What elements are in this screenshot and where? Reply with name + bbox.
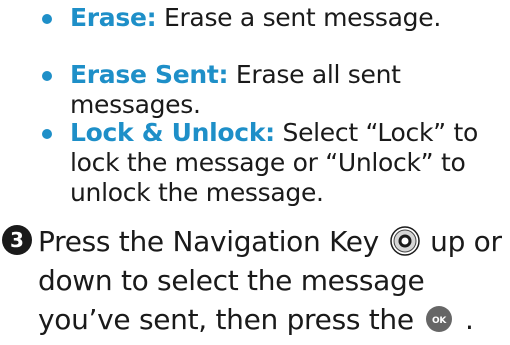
step-text-end: . <box>456 303 474 336</box>
option-term: Erase: <box>70 3 157 32</box>
option-description: Erase a sent message. <box>156 3 441 32</box>
bullet-icon <box>42 14 52 24</box>
step-text-part: Press the Navigation Key <box>38 225 388 258</box>
list-item-erase-sent: Erase Sent: Erase all sent messages. <box>40 60 500 120</box>
option-term: Erase Sent: <box>70 60 229 89</box>
navigation-key-icon <box>389 226 420 256</box>
option-term: Lock & Unlock: <box>70 118 275 147</box>
ok-key-label: OK <box>432 316 447 326</box>
step-instruction: Press the Navigation Key up or down to s… <box>38 222 505 339</box>
step-number-badge: 3 <box>2 225 32 255</box>
list-item-erase: Erase: Erase a sent message. <box>40 3 441 33</box>
ok-key-icon: OK <box>426 306 453 332</box>
bullet-icon <box>42 71 52 81</box>
bullet-icon <box>42 129 52 139</box>
list-item-lock-unlock: Lock & Unlock: Select “Lock” to lock the… <box>40 118 500 208</box>
